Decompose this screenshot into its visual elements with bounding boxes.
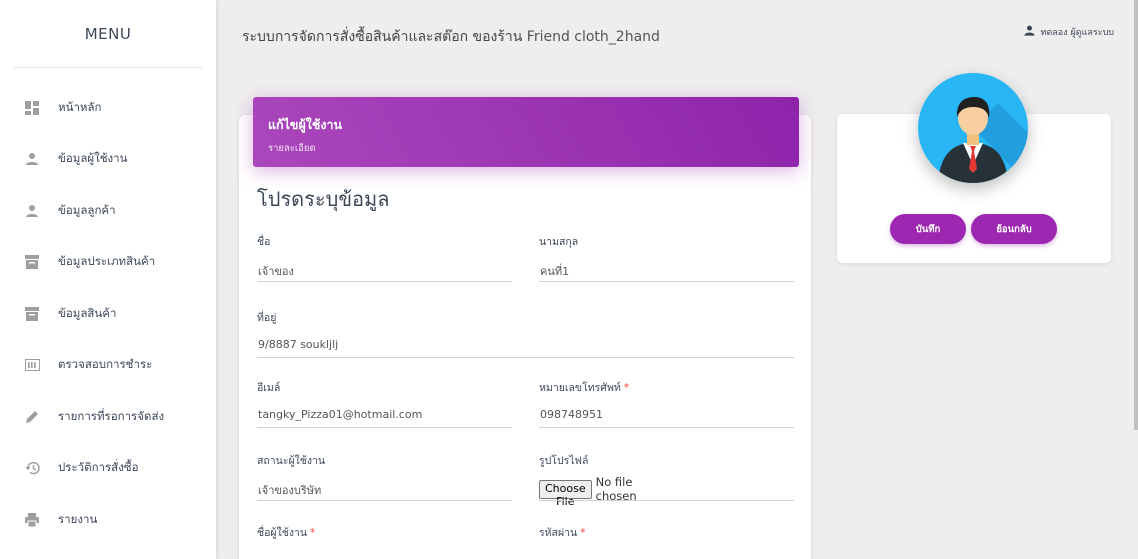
first-name-field: ชื่อ เจ้าของ <box>257 233 512 282</box>
status-underline <box>257 500 512 501</box>
username-label: ชื่อผู้ใช้งาน * <box>257 524 315 541</box>
username-field: ชื่อผู้ใช้งาน * <box>257 524 315 541</box>
phone-label-text: หมายเลขโทรศัพท์ <box>539 382 621 394</box>
phone-underline <box>539 427 794 428</box>
required-marker: * <box>310 527 316 539</box>
sidebar-item-order-history[interactable]: ประวัติการสั่งซื้อ <box>0 443 216 495</box>
sidebar-item-label: ประวัติการสั่งซื้อ <box>58 460 139 475</box>
scrollbar[interactable] <box>1134 0 1138 430</box>
profile-picture-input: Choose File No file chosen <box>539 475 637 508</box>
sidebar-item-label: ข้อมูลลูกค้า <box>58 202 116 217</box>
address-label: ที่อยู่ <box>257 312 277 324</box>
phone-label: หมายเลขโทรศัพท์ * <box>539 379 629 396</box>
sidebar-logo: MENU <box>14 0 202 68</box>
sidebar-item-label: รายการที่รอการจัดส่ง <box>58 408 165 423</box>
form-heading: โปรดระบุข้อมูล <box>257 187 390 211</box>
last-name-input[interactable]: คนที่1 <box>540 262 569 280</box>
email-label: อีเมล์ <box>257 382 281 394</box>
dashboard-icon <box>24 100 40 116</box>
card-header: แก้ไขผู้ใช้งาน รายละเอียด <box>253 97 799 167</box>
person-icon <box>24 203 40 219</box>
first-name-input[interactable]: เจ้าของ <box>258 262 294 280</box>
card-subtitle: รายละเอียด <box>268 143 316 154</box>
address-input[interactable]: 9/8887 soukljlj <box>258 338 338 351</box>
archive-icon <box>24 254 40 270</box>
profile-picture-underline <box>539 500 794 501</box>
email-input[interactable]: tangky_Pizza01@hotmail.com <box>258 408 422 421</box>
username-label-text: ชื่อผู้ใช้งาน <box>257 527 308 539</box>
sidebar-item-products[interactable]: ข้อมูลสินค้า <box>0 288 216 340</box>
sidebar-item-payments[interactable]: ตรวจสอบการชำระ <box>0 340 216 392</box>
app-title: ระบบการจัดการสั่งซื้อสินค้าและสต๊อก ของร… <box>242 29 523 45</box>
user-label: ทดลอง ผู้ดูแลระบบ <box>1040 28 1114 38</box>
back-button[interactable]: ย้อนกลับ <box>971 214 1057 244</box>
password-field: รหัสผ่าน * <box>539 524 585 541</box>
password-label-text: รหัสผ่าน <box>539 527 578 539</box>
address-underline <box>257 357 794 358</box>
sidebar-item-label: ข้อมูลผู้ใช้งาน <box>58 151 128 166</box>
person-icon <box>24 151 40 167</box>
sidebar-item-reports[interactable]: รายงาน <box>0 494 216 546</box>
save-button[interactable]: บันทึก <box>890 214 966 244</box>
status-input[interactable]: เจ้าของบริษัท <box>258 481 321 499</box>
choose-file-button[interactable]: Choose File <box>539 479 592 508</box>
sidebar-item-home[interactable]: หน้าหลัก <box>0 82 216 134</box>
user-icon <box>1023 25 1035 39</box>
sidebar-nav: หน้าหลัก ข้อมูลผู้ใช้งาน ข้อมูลลูกค้า ข้… <box>0 82 216 546</box>
history-icon <box>24 460 40 476</box>
printer-icon <box>24 512 40 528</box>
topbar: ระบบการจัดการสั่งซื้อสินค้าและสต๊อก ของร… <box>216 0 1138 68</box>
status-field: สถานะผู้ใช้งาน เจ้าของบริษัท <box>257 452 512 501</box>
status-label: สถานะผู้ใช้งาน <box>257 455 326 467</box>
email-field: อีเมล์ tangky_Pizza01@hotmail.com <box>257 379 512 428</box>
sidebar: MENU หน้าหลัก ข้อมูลผู้ใช้งาน ข้อมูลลูกค… <box>0 0 216 559</box>
sidebar-item-product-types[interactable]: ข้อมูลประเภทสินค้า <box>0 237 216 289</box>
sidebar-item-customers[interactable]: ข้อมูลลูกค้า <box>0 185 216 237</box>
first-name-label: ชื่อ <box>257 236 271 248</box>
edit-user-card <box>239 115 811 559</box>
file-status: No file chosen <box>595 475 637 503</box>
sidebar-item-label: หน้าหลัก <box>58 99 102 114</box>
avatar <box>918 73 1028 183</box>
phone-input[interactable]: 098748951 <box>540 408 603 421</box>
required-marker: * <box>580 527 586 539</box>
password-label: รหัสผ่าน * <box>539 524 585 541</box>
sidebar-item-label: ตรวจสอบการชำระ <box>58 357 153 372</box>
avatar-illustration <box>938 97 1028 183</box>
archive-icon <box>24 306 40 322</box>
payment-icon <box>24 357 40 373</box>
last-name-label: นามสกุล <box>539 236 579 248</box>
last-name-field: นามสกุล คนที่1 <box>539 233 794 282</box>
first-name-underline <box>257 281 512 282</box>
card-title: แก้ไขผู้ใช้งาน <box>268 117 343 132</box>
user-menu[interactable]: ทดลอง ผู้ดูแลระบบ <box>1023 25 1114 39</box>
last-name-underline <box>539 281 794 282</box>
sidebar-item-label: รายงาน <box>58 511 98 526</box>
sidebar-item-label: ข้อมูลสินค้า <box>58 305 117 320</box>
sidebar-item-pending-delivery[interactable]: รายการที่รอการจัดส่ง <box>0 391 216 443</box>
address-field: ที่อยู่ 9/8887 soukljlj <box>257 309 794 358</box>
shop-name: Friend cloth_2hand <box>526 29 660 45</box>
required-marker: * <box>623 382 630 394</box>
sidebar-item-label: ข้อมูลประเภทสินค้า <box>58 254 156 269</box>
profile-picture-field: รูปโปรไฟล์ Choose File No file chosen <box>539 452 794 508</box>
pencil-icon <box>24 409 40 425</box>
profile-picture-label: รูปโปรไฟล์ <box>539 455 589 467</box>
email-underline <box>257 427 512 428</box>
sidebar-item-users[interactable]: ข้อมูลผู้ใช้งาน <box>0 134 216 186</box>
page-title: ระบบการจัดการสั่งซื้อสินค้าและสต๊อก ของร… <box>242 26 660 48</box>
phone-field: หมายเลขโทรศัพท์ * 098748951 <box>539 379 794 428</box>
